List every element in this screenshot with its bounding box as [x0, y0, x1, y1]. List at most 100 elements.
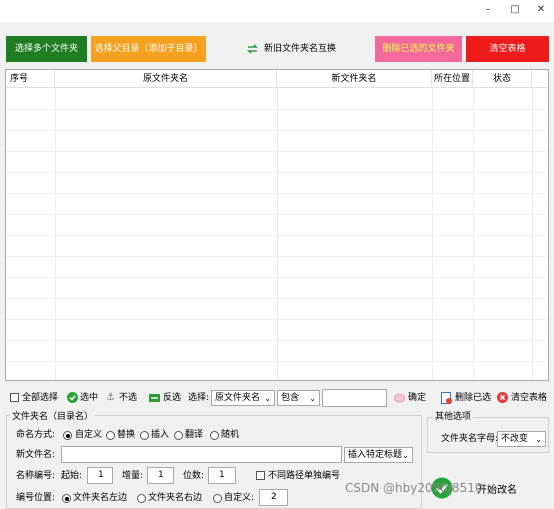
step-label: 增量:	[122, 471, 144, 481]
position-radio-right[interactable]	[137, 494, 146, 503]
chevron-down-icon: ⌄	[309, 394, 316, 403]
eraser-icon	[394, 393, 405, 403]
digits-label: 位数:	[183, 471, 205, 481]
case-dropdown[interactable]: 不改变 ⌄	[497, 431, 546, 447]
match-mode-value: 包含	[281, 393, 300, 403]
anchor-icon: ⚓	[106, 392, 115, 403]
separate-numbering-label: 不同路径单独编号	[268, 471, 341, 481]
row-divider	[6, 193, 548, 194]
select-field-dropdown[interactable]: 原文件夹名 ⌄	[211, 390, 275, 406]
row-divider	[6, 277, 548, 278]
column-divider	[55, 88, 56, 380]
folder-table[interactable]: 序号 原文件夹名 新文件夹名 所在位置 状态	[5, 69, 549, 381]
chevron-down-icon: ⌄	[402, 451, 409, 460]
clear-table-small-button[interactable]: 清空表格	[497, 389, 549, 407]
column-header-status[interactable]: 状态	[473, 70, 532, 88]
check-button[interactable]: 选中	[67, 389, 103, 407]
delete-selected-folders-button[interactable]: 删除已选的文件夹	[375, 36, 462, 62]
row-divider	[6, 109, 548, 110]
confirm-button[interactable]: 确定	[394, 389, 430, 407]
position-radio-left[interactable]	[62, 494, 71, 503]
row-divider	[6, 361, 548, 362]
uncheck-button[interactable]: ⚓ 不选	[106, 389, 142, 407]
chevron-down-icon: ⌄	[264, 394, 271, 403]
position-right-label: 文件夹名右边	[148, 493, 203, 503]
column-header-location[interactable]: 所在位置	[432, 70, 473, 88]
row-divider	[6, 151, 548, 152]
title-bar: – □ ✕	[0, 0, 554, 22]
column-divider	[432, 88, 433, 380]
select-by-label: 选择:	[188, 393, 210, 403]
new-name-label: 新文件名:	[16, 450, 56, 460]
custom-position-input[interactable]: 2	[259, 489, 288, 506]
method-translate-label: 翻译	[185, 430, 204, 440]
select-parent-dir-button[interactable]: 选择父目录（添加子目录）	[91, 36, 206, 62]
match-text-input[interactable]	[322, 389, 387, 407]
case-value: 不改变	[501, 434, 529, 444]
column-divider	[532, 88, 533, 380]
case-label: 文件夹名字母:	[441, 434, 499, 444]
clear-table-label: 清空表格	[511, 393, 548, 403]
naming-group-title: 文件夹名（目录名）	[10, 410, 96, 424]
position-radio-custom[interactable]	[213, 494, 222, 503]
delete-selected-button[interactable]: 删除已选	[441, 389, 491, 407]
column-divider	[473, 88, 474, 380]
column-header-index[interactable]: 序号	[6, 70, 55, 88]
new-name-input[interactable]	[61, 446, 342, 463]
row-divider	[6, 214, 548, 215]
start-input[interactable]: 1	[87, 467, 113, 484]
invert-label: 反选	[163, 393, 182, 403]
separate-numbering-checkbox[interactable]	[256, 471, 265, 480]
digits-input[interactable]: 1	[208, 467, 236, 484]
check-circle-icon	[67, 392, 78, 403]
step-value: 1	[158, 470, 164, 480]
watermark-text: CSDN @hby2090/8510	[345, 481, 483, 495]
select-folders-button[interactable]: 选择多个文件夹	[6, 36, 87, 62]
method-radio-replace[interactable]	[106, 431, 115, 440]
document-delete-icon	[441, 392, 452, 404]
row-divider	[6, 172, 548, 173]
invert-button[interactable]: 反选	[149, 389, 185, 407]
table-header: 序号 原文件夹名 新文件夹名 所在位置 状态	[6, 70, 548, 88]
select-field-value: 原文件夹名	[215, 393, 261, 403]
close-button[interactable]: ✕	[531, 3, 551, 17]
row-divider	[6, 340, 548, 341]
method-radio-custom[interactable]	[63, 431, 72, 440]
position-left-label: 文件夹名左边	[73, 493, 128, 503]
position-label: 编号位置:	[16, 493, 56, 503]
row-divider	[6, 256, 548, 257]
confirm-label: 确定	[408, 393, 427, 403]
column-header-new-name[interactable]: 新文件夹名	[277, 70, 432, 88]
row-divider	[6, 130, 548, 131]
delete-selected-label: 删除已选	[455, 393, 492, 403]
start-rename-label: 开始改名	[477, 485, 517, 496]
chevron-down-icon: ⌄	[535, 435, 542, 444]
method-random-label: 随机	[221, 430, 240, 440]
custom-position-value: 2	[271, 492, 277, 502]
row-divider	[6, 235, 548, 236]
method-radio-translate[interactable]	[174, 431, 183, 440]
step-input[interactable]: 1	[147, 467, 174, 484]
insert-tag-value: 插入特定标题	[348, 450, 403, 460]
method-radio-insert[interactable]	[140, 431, 149, 440]
method-replace-label: 替换	[117, 430, 136, 440]
invert-icon	[149, 394, 160, 402]
maximize-button[interactable]: □	[505, 3, 525, 17]
method-custom-label: 自定义	[75, 430, 103, 440]
column-divider	[277, 88, 278, 380]
column-header-original-name[interactable]: 原文件夹名	[55, 70, 277, 88]
row-divider	[6, 319, 548, 320]
clear-table-button[interactable]: 清空表格	[466, 36, 549, 62]
insert-tag-dropdown[interactable]: 插入特定标题 ⌄	[344, 447, 413, 463]
swap-icon	[247, 44, 258, 54]
select-all-box[interactable]	[10, 393, 19, 402]
match-mode-dropdown[interactable]: 包含 ⌄	[277, 390, 320, 406]
other-options-title: 其他选项	[433, 410, 474, 424]
method-radio-random[interactable]	[210, 431, 219, 440]
number-label: 名称编号:	[16, 471, 56, 481]
minimize-button[interactable]: –	[478, 3, 498, 17]
uncheck-label: 不选	[119, 393, 138, 403]
start-value: 1	[98, 470, 104, 480]
close-circle-icon	[497, 392, 508, 403]
position-custom-label: 自定义:	[224, 493, 255, 503]
